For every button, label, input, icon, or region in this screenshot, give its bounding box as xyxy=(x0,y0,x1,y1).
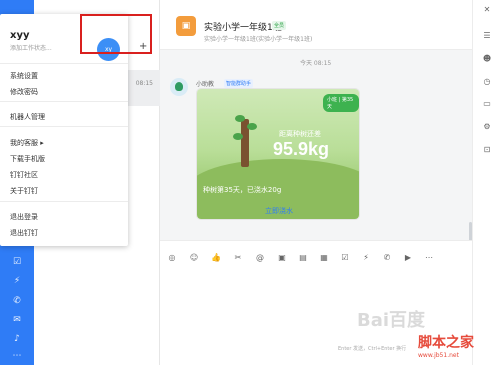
gif-icon[interactable]: ◎ xyxy=(166,252,178,264)
group-icon: ▣ xyxy=(176,16,196,36)
bot-name: 小助教 xyxy=(196,81,215,88)
user-name: xyy xyxy=(10,30,30,41)
leaf-icon xyxy=(233,133,243,140)
more-icon[interactable]: ⋯ xyxy=(423,252,435,264)
divider xyxy=(0,126,128,127)
right-rail: ✕ ☰ ☻ ◷ ▭ ⚙ ⊡ xyxy=(472,0,500,365)
leaf-icon xyxy=(235,115,245,122)
flash-icon[interactable]: ⚡ xyxy=(360,252,372,264)
water-now-button[interactable]: 立即浇水 xyxy=(197,201,359,219)
chat-icon[interactable]: ☰ xyxy=(481,30,493,42)
divider xyxy=(0,101,128,102)
menu-item-settings[interactable]: 系统设置 xyxy=(10,71,38,81)
divider xyxy=(0,63,128,64)
history-icon[interactable]: ◷ xyxy=(481,76,493,88)
bot-avatar[interactable] xyxy=(170,78,188,96)
calendar-icon[interactable]: ▦ xyxy=(318,252,330,264)
conversation-time: 08:15 xyxy=(135,80,153,87)
scissors-icon[interactable]: ✂ xyxy=(232,252,244,264)
group-tag: 全员 xyxy=(272,21,287,30)
file-icon[interactable]: ▤ xyxy=(297,252,309,264)
leaf-icon xyxy=(247,123,257,130)
site-watermark: 脚本之家 xyxy=(418,335,474,351)
distance-value: 95.9kg xyxy=(273,139,330,159)
more-icon[interactable]: ⋯ xyxy=(10,349,24,363)
settings-icon[interactable]: ⚙ xyxy=(481,121,493,133)
menu-item-about[interactable]: 关于钉钉 xyxy=(10,186,38,196)
triangle-right-icon: ▸ xyxy=(40,139,44,147)
menu-item-my-service[interactable]: 我的客服 ▸ xyxy=(10,138,44,148)
member-icon[interactable]: ☻ xyxy=(481,53,493,65)
chat-header: ▣ 实验小学一年级1班 全员 实验小学一年级1班(实验小学一年级1班) xyxy=(160,0,472,50)
robot-icon[interactable]: ⊡ xyxy=(481,144,493,156)
check-icon[interactable]: ☑ xyxy=(10,255,24,269)
baidu-watermark: Bai百度 xyxy=(357,310,426,331)
at-icon[interactable]: @ xyxy=(254,252,266,264)
menu-item-robot-management[interactable]: 机器人管理 xyxy=(10,112,45,122)
close-icon[interactable]: ✕ xyxy=(481,4,493,16)
phone-icon[interactable]: ✆ xyxy=(10,294,24,308)
days-text: 种树第35天，已浇水20g xyxy=(203,186,282,194)
group-title[interactable]: 实验小学一年级1班 xyxy=(204,20,282,33)
menu-item-download-mobile[interactable]: 下载手机版 xyxy=(10,154,45,164)
video-icon[interactable]: ▶ xyxy=(402,252,414,264)
site-url: www.jb51.net xyxy=(418,352,459,359)
status-input[interactable]: 添加工作状态... xyxy=(10,43,52,52)
highlight-box xyxy=(80,14,152,54)
menu-item-community[interactable]: 钉钉社区 xyxy=(10,170,38,180)
bell-icon[interactable]: ♪ xyxy=(10,332,24,346)
menu-item-quit[interactable]: 退出钉钉 xyxy=(10,228,38,238)
flash-icon[interactable]: ⚡ xyxy=(10,274,24,288)
folder-icon[interactable]: ▭ xyxy=(481,98,493,110)
menu-item-change-password[interactable]: 修改密码 xyxy=(10,87,38,97)
check-icon[interactable]: ☑ xyxy=(339,252,351,264)
card-badge: 小班 | 第35天 xyxy=(323,94,359,112)
menu-item-label: 我的客服 xyxy=(10,139,38,147)
tree-card[interactable]: 小班 | 第35天 距离种树还差 95.9kg 种树第35天，已浇水20g 立即… xyxy=(196,88,360,220)
input-hint: Enter 发送，Ctrl+Enter 换行 xyxy=(338,346,407,352)
distance-label: 距离种树还差 xyxy=(279,130,321,138)
bot-tag: 智能群助手 xyxy=(224,79,254,88)
mail-icon[interactable]: ✉ xyxy=(10,313,24,327)
image-icon[interactable]: ▣ xyxy=(276,252,288,264)
emoji-icon[interactable]: ☺ xyxy=(188,252,200,264)
like-icon[interactable]: 👍 xyxy=(210,252,222,264)
group-subtitle: 实验小学一年级1班(实验小学一年级1班) xyxy=(204,36,313,43)
chat-body: 今天 08:15 小助教 智能群助手 小班 | 第35天 距离种树还差 95.9… xyxy=(160,50,472,244)
phone-icon[interactable]: ✆ xyxy=(381,252,393,264)
menu-item-logout[interactable]: 退出登录 xyxy=(10,212,38,222)
message-timestamp: 今天 08:15 xyxy=(300,60,332,67)
divider xyxy=(0,201,128,202)
